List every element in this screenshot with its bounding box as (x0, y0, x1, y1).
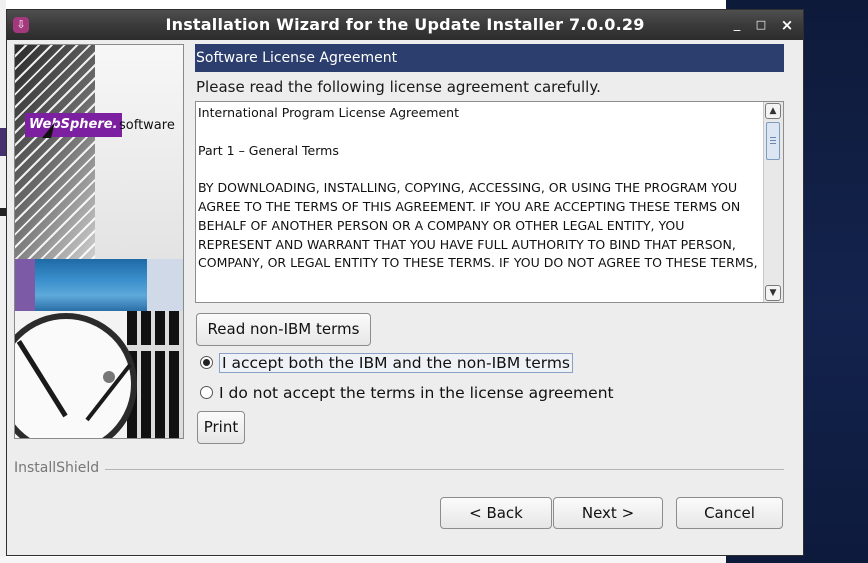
decline-radio[interactable] (200, 386, 213, 399)
decline-terms-label[interactable]: I do not accept the terms in the license… (219, 384, 614, 402)
license-scrollbar[interactable]: ▲ ▼ (763, 102, 783, 302)
accept-terms-label[interactable]: I accept both the IBM and the non-IBM te… (219, 353, 574, 373)
decline-terms-option[interactable]: I do not accept the terms in the license… (200, 382, 614, 404)
next-button[interactable]: Next > (553, 497, 663, 529)
staircase-highlight (95, 45, 183, 259)
close-icon[interactable]: × (779, 16, 795, 34)
back-button[interactable]: < Back (440, 497, 552, 529)
websphere-banner-image: WebSphere. software (14, 44, 184, 439)
panel-instruction: Please read the following license agreem… (196, 78, 601, 96)
websphere-logo-suffix: software (119, 118, 175, 133)
cancel-button[interactable]: Cancel (676, 497, 783, 529)
read-non-ibm-terms-button[interactable]: Read non-IBM terms (196, 313, 371, 346)
panel-header: Software License Agreement (195, 44, 784, 72)
installshield-separator (14, 469, 784, 470)
accept-radio[interactable] (200, 356, 213, 369)
websphere-logo: WebSphere. (25, 113, 122, 137)
window-title: Installation Wizard for the Update Insta… (165, 15, 645, 34)
building-graphic-band (127, 345, 183, 351)
print-button[interactable]: Print (197, 411, 245, 444)
scroll-down-icon[interactable]: ▼ (765, 285, 781, 301)
scrollbar-thumb[interactable] (766, 122, 780, 160)
license-text-area[interactable]: International Program License Agreement … (195, 101, 784, 303)
scroll-up-icon[interactable]: ▲ (765, 103, 781, 119)
installshield-label: InstallShield (14, 459, 106, 477)
water-accent (15, 259, 35, 311)
desktop-background-bottom (0, 557, 726, 563)
water-accent-right (147, 259, 183, 311)
title-bar[interactable]: ⇩ Installation Wizard for the Update Ins… (7, 10, 803, 40)
license-text[interactable]: International Program License Agreement … (198, 104, 760, 300)
accept-terms-option[interactable]: I accept both the IBM and the non-IBM te… (200, 352, 574, 374)
minimize-icon[interactable]: _ (729, 16, 745, 34)
maximize-icon[interactable]: □ (753, 16, 769, 34)
clock-hub (103, 371, 115, 383)
